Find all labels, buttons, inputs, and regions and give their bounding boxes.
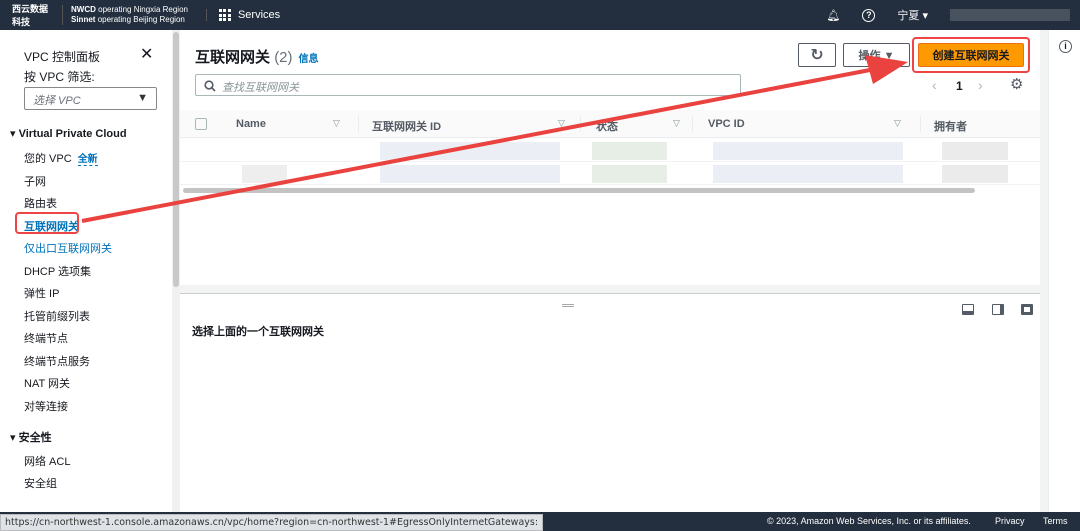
col-name[interactable]: Name — [236, 118, 266, 130]
annotation-highlight-create-button — [912, 37, 1030, 73]
select-all-checkbox[interactable] — [195, 118, 207, 130]
search-icon — [204, 80, 216, 92]
info-icon[interactable]: i — [1059, 40, 1072, 53]
top-nav: 西云数据科技 NWCD operating Ningxia Region Sin… — [0, 0, 1080, 30]
sidebar-item-endpoints[interactable]: 终端节点 — [24, 330, 68, 346]
services-menu[interactable]: Services — [205, 9, 281, 21]
sidebar-scrollbar[interactable] — [172, 30, 180, 512]
page-number[interactable]: 1 — [956, 79, 963, 93]
section-security[interactable]: ▾ 安全性 — [10, 429, 52, 445]
region-line2: operating Beijing Region — [97, 15, 185, 24]
split-side-icon[interactable] — [992, 304, 1004, 315]
copyright: © 2023, Amazon Web Services, Inc. or its… — [767, 516, 971, 526]
sidebar-title[interactable]: VPC 控制面板 — [24, 48, 100, 65]
bell-icon[interactable]: 🔔︎ — [826, 9, 840, 22]
region-line1: operating Ningxia Region — [98, 5, 188, 14]
search-placeholder: 查找互联网网关 — [222, 82, 299, 94]
sidebar-item-elastic-ip[interactable]: 弹性 IP — [24, 285, 59, 301]
privacy-link[interactable]: Privacy — [995, 516, 1025, 526]
settings-gear-icon[interactable]: ⚙ — [1010, 75, 1023, 93]
resize-handle[interactable] — [562, 304, 574, 307]
sidebar-item-prefix-lists[interactable]: 托管前缀列表 — [24, 308, 90, 324]
refresh-button[interactable]: ↻ — [798, 43, 836, 67]
close-icon[interactable]: ✕ — [140, 44, 153, 64]
info-link[interactable]: 信息 — [299, 54, 319, 65]
terms-link[interactable]: Terms — [1043, 516, 1068, 526]
sidebar-item-subnets[interactable]: 子网 — [24, 173, 46, 189]
help-panel-rail: i — [1048, 30, 1080, 512]
page-title: 互联网网关 (2) 信息 — [195, 49, 319, 66]
split-panel-text: 选择上面的一个互联网网关 — [192, 326, 324, 338]
section-vpc-label: Virtual Private Cloud — [18, 128, 127, 140]
sidebar-item-security-groups[interactable]: 安全组 — [24, 475, 57, 491]
next-page-icon[interactable]: › — [978, 77, 983, 93]
main-content: 互联网网关 (2) 信息 ↻ 操作 ▼ 创建互联网网关 查找互联网网关 ‹ 1 ›… — [180, 30, 1040, 512]
sidebar-item-peering[interactable]: 对等连接 — [24, 398, 68, 414]
col-state[interactable]: 状态 — [596, 118, 618, 134]
new-badge: 全新 — [77, 154, 98, 166]
col-owner[interactable]: 拥有者 — [934, 118, 967, 134]
account-menu[interactable] — [950, 9, 1070, 21]
services-label: Services — [237, 9, 281, 21]
section-security-label: 安全性 — [18, 432, 52, 444]
sort-icon[interactable]: ▽ — [333, 118, 340, 129]
logo[interactable]: 西云数据科技 — [12, 2, 56, 28]
sort-icon[interactable]: ▽ — [673, 118, 680, 129]
status-url: https://cn-northwest-1.console.amazonaws… — [0, 514, 544, 531]
sidebar-item-dhcp[interactable]: DHCP 选项集 — [24, 263, 91, 279]
region-line2-bold: Sinnet — [71, 15, 96, 24]
igw-table-panel: 互联网网关 (2) 信息 ↻ 操作 ▼ 创建互联网网关 查找互联网网关 ‹ 1 ›… — [180, 30, 1040, 285]
split-hide-icon[interactable] — [1021, 304, 1033, 315]
section-vpc[interactable]: ▾ Virtual Private Cloud — [10, 127, 127, 140]
vpc-filter-select[interactable]: 选择 VPC ▼ — [24, 87, 157, 110]
annotation-highlight-sidebar — [15, 212, 79, 234]
help-icon[interactable]: ? — [862, 8, 876, 22]
region-line1-bold: NWCD — [71, 5, 96, 14]
table-row[interactable] — [180, 163, 1040, 185]
sidebar-item-route-tables[interactable]: 路由表 — [24, 195, 57, 211]
grid-icon — [218, 9, 231, 21]
sidebar-item-nacl[interactable]: 网络 ACL — [24, 453, 70, 469]
filter-label: 按 VPC 筛选: — [24, 70, 95, 84]
sidebar-item-your-vpc[interactable]: 您的 VPC 全新 — [24, 150, 98, 166]
caret-down-icon: ▼ — [137, 92, 148, 104]
split-bottom-icon[interactable] — [962, 304, 974, 315]
table-header: Name ▽ 互联网网关 ID ▽ 状态 ▽ VPC ID ▽ 拥有者 — [180, 110, 1040, 138]
region-info: NWCD operating Ningxia Region Sinnet ope… — [62, 5, 188, 25]
count: (2) — [274, 49, 293, 66]
search-input[interactable]: 查找互联网网关 — [195, 74, 741, 96]
table-row[interactable] — [180, 140, 1040, 162]
prev-page-icon[interactable]: ‹ — [932, 77, 937, 93]
sidebar-item-nat[interactable]: NAT 网关 — [24, 375, 70, 391]
split-panel: 选择上面的一个互联网网关 — [180, 293, 1040, 512]
sort-icon[interactable]: ▽ — [558, 118, 565, 129]
actions-button[interactable]: 操作 ▼ — [843, 43, 910, 67]
col-vpc-id[interactable]: VPC ID — [708, 118, 745, 130]
sort-icon[interactable]: ▽ — [894, 118, 901, 129]
col-igw-id[interactable]: 互联网网关 ID — [372, 118, 441, 134]
horizontal-scrollbar[interactable] — [183, 188, 975, 193]
sidebar-item-egress-only-igw[interactable]: 仅出口互联网网关 — [24, 240, 112, 256]
region-select[interactable]: 宁夏 ▾ — [897, 7, 928, 23]
vpc-filter-placeholder: 选择 VPC — [33, 95, 81, 107]
sidebar-item-endpoint-services[interactable]: 终端节点服务 — [24, 353, 90, 369]
